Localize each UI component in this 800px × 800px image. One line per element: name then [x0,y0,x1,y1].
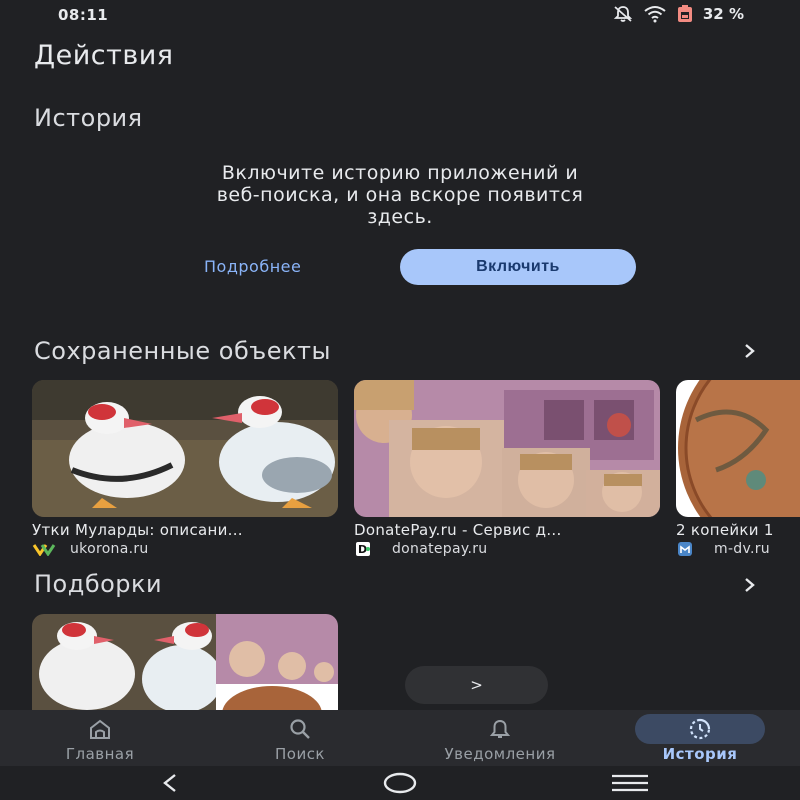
nav-icon-container [435,714,565,744]
saved-card-image [32,380,338,517]
nav-label: Главная [65,745,135,763]
collection-card[interactable] [32,614,338,714]
saved-card-source: ukorona.ru [32,541,338,557]
wifi-icon [644,6,666,23]
donatepay-favicon-icon: D [356,542,370,556]
home-icon [90,719,110,739]
nav-label: Поиск [274,745,325,763]
nav-item-history[interactable]: История [600,710,800,766]
battery-percent: 32 % [702,5,744,23]
nav-icon-container [635,714,765,744]
nav-icon-container [35,714,165,744]
m-dv-favicon-icon [678,542,692,556]
nav-item-notifications[interactable]: Уведомления [400,710,600,766]
saved-card-coin[interactable]: 2 копейки 1 m-dv.ru [676,380,800,557]
saved-card-image [676,380,800,517]
nav-label: Уведомления [444,745,556,763]
saved-section-title: Сохраненные объекты [34,337,331,365]
status-time: 08:11 [58,6,109,24]
collections-section-title: Подборки [34,570,163,598]
back-icon[interactable] [150,770,190,796]
recents-menu-icon[interactable] [610,770,650,796]
saved-card-title: 2 копейки 1 [676,521,774,539]
history-section-title: История [34,104,143,132]
nav-icon-container [235,714,365,744]
history-icon [689,718,711,740]
home-circle-icon[interactable] [380,770,420,796]
nav-item-home[interactable]: Главная [0,710,200,766]
mute-notifications-icon [613,6,633,22]
saved-card-source: D donatepay.ru [354,541,660,557]
status-icons: 32 % [613,5,744,23]
more-info-link[interactable]: Подробнее [204,257,301,276]
saved-card-image [354,380,660,517]
history-message-line: Включите историю приложений и [221,162,579,184]
saved-card-source-label: donatepay.ru [392,541,488,557]
bell-icon [489,719,511,738]
nav-item-search[interactable]: Поиск [200,710,400,766]
status-bar: 08:11 32 % [0,0,800,32]
page-title: Действия [34,40,174,71]
ukorona-favicon-icon [32,544,56,556]
saved-see-all-chevron-icon[interactable] [740,340,760,362]
scroll-next-button[interactable]: > [405,666,548,704]
saved-card-source: m-dv.ru [676,541,800,557]
collections-see-all-chevron-icon[interactable] [740,574,760,596]
system-navigation-bar [0,766,800,800]
search-icon [290,719,310,739]
history-message-line: веб-поиска, и она вскоре появится [216,184,584,206]
battery-saver-icon [677,5,692,22]
saved-card-title: Утки Муларды: описани... [32,521,243,539]
enable-history-button[interactable]: Включить [400,249,636,285]
saved-card-source-label: m-dv.ru [714,541,770,557]
history-message-line: здесь. [367,206,433,228]
saved-card-donatepay[interactable]: DonatePay.ru - Сервис д... D donatepay.r… [354,380,660,557]
saved-card-title: DonatePay.ru - Сервис д... [354,521,562,539]
bottom-navigation: Главная Поиск Уведомления История [0,710,800,766]
nav-label: История [662,745,738,763]
saved-card-source-label: ukorona.ru [70,541,149,557]
history-message: Включите историю приложений и веб-поиска… [100,162,700,228]
svg-text:D: D [358,543,367,556]
saved-card-ducks[interactable]: Утки Муларды: описани... ukorona.ru [32,380,338,557]
